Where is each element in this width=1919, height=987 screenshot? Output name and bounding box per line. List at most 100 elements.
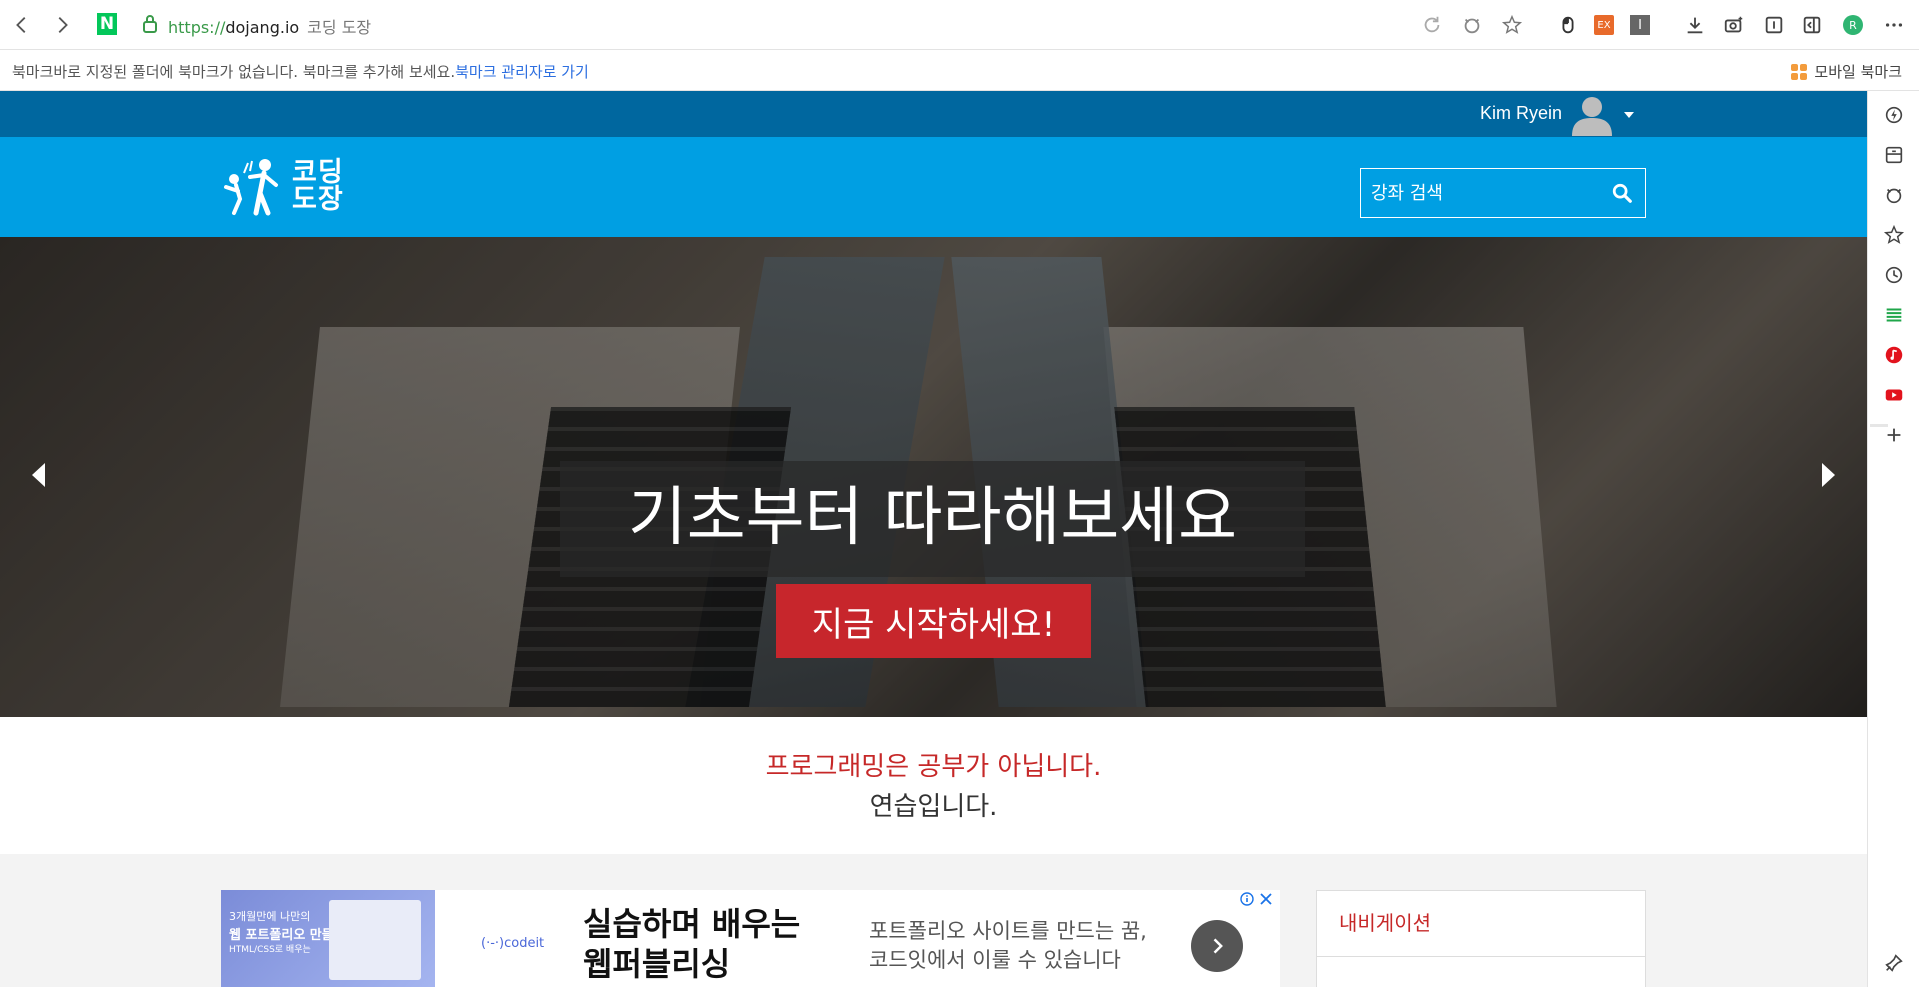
- ad-thumbnail: 3개월만에 나만의 웹 포트폴리오 만들기 HTML/CSS로 배우는: [221, 890, 435, 987]
- logo-text: 코딩 도장: [292, 159, 344, 213]
- capture-button[interactable]: [1720, 11, 1748, 39]
- logo-line-1: 코딩: [292, 157, 344, 188]
- ad-info-icon[interactable]: [1240, 892, 1254, 906]
- star-icon: [1883, 224, 1905, 244]
- wallet-icon: [1885, 146, 1903, 164]
- menu-button[interactable]: [1880, 11, 1908, 39]
- logo-line-2: 도장: [292, 184, 344, 215]
- url-domain: dojang.io: [225, 18, 300, 37]
- start-now-button[interactable]: 지금 시작하세요!: [776, 584, 1091, 658]
- reload-icon: [1424, 16, 1440, 33]
- back-button[interactable]: [8, 11, 36, 39]
- history-icon: [1885, 266, 1903, 284]
- carousel-prev-arrow[interactable]: [32, 463, 45, 487]
- forward-button[interactable]: [48, 11, 76, 39]
- course-search-input[interactable]: [1361, 182, 1599, 204]
- sidepanel-list-button[interactable]: [1882, 303, 1906, 327]
- bookmarks-empty-text: 북마크바로 지정된 폴더에 북마크가 없습니다. 북마크를 추가해 보세요.: [12, 63, 456, 81]
- profile-button[interactable]: R: [1839, 11, 1867, 39]
- bookmarks-empty-message: 북마크바로 지정된 폴더에 북마크가 없습니다. 북마크를 추가해 보세요.북마…: [12, 61, 589, 82]
- youtube-icon: [1885, 389, 1903, 401]
- carousel-next-arrow[interactable]: [1822, 463, 1835, 487]
- reader-mode-icon: [1765, 16, 1783, 34]
- downloads-button[interactable]: [1681, 11, 1709, 39]
- more-dots-icon: [1885, 23, 1903, 27]
- navigation-panel: 내비게이션: [1316, 890, 1646, 987]
- lock-icon: [143, 15, 157, 33]
- address-bar[interactable]: https://dojang.io 코딩 도장: [168, 14, 371, 38]
- site-header: 코딩 도장: [0, 137, 1867, 237]
- sidebar-toggle-icon: [1803, 16, 1821, 34]
- bookmark-star-button[interactable]: [1498, 11, 1526, 39]
- site-logo[interactable]: 코딩 도장: [220, 155, 344, 217]
- reload-button[interactable]: [1418, 11, 1446, 39]
- search-button[interactable]: [1599, 169, 1645, 217]
- plus-icon: [1887, 428, 1901, 442]
- extension-ex-button[interactable]: EX: [1590, 11, 1618, 39]
- user-menu-caret-icon[interactable]: [1624, 112, 1634, 118]
- music-icon: [1885, 346, 1903, 364]
- tagline-section: 프로그래밍은 공부가 아닙니다. 연습입니다.: [0, 717, 1867, 854]
- chevron-right-icon: [1213, 938, 1223, 954]
- shield-face-icon: [1886, 188, 1902, 204]
- user-avatar-icon[interactable]: [1570, 94, 1614, 136]
- bookmarks-bar: 북마크바로 지정된 폴더에 북마크가 없습니다. 북마크를 추가해 보세요.북마…: [0, 51, 1919, 91]
- download-icon: [1687, 17, 1703, 34]
- sidepanel-youtube-button[interactable]: [1882, 383, 1906, 407]
- ad-thumb-line-1: 3개월만에 나만의: [229, 910, 311, 923]
- ad-headline-line-1: 실습하며 배우는: [583, 905, 801, 943]
- sidepanel-add-button[interactable]: [1882, 423, 1906, 447]
- mouse-gesture-button[interactable]: [1554, 11, 1582, 39]
- ad-headline: 실습하며 배우는 웹퍼블리싱: [583, 904, 800, 984]
- content-area: 3개월만에 나만의 웹 포트폴리오 만들기 HTML/CSS로 배우는 (·-·…: [0, 854, 1867, 987]
- course-search: [1360, 168, 1646, 218]
- ad-close-icon[interactable]: [1259, 892, 1273, 906]
- ad-headline-line-2: 웹퍼블리싱: [583, 945, 731, 983]
- browser-toolbar: N https://dojang.io 코딩 도장 EX I R: [0, 0, 1919, 50]
- whale-shield-button[interactable]: [1458, 11, 1486, 39]
- sidepanel-shield-button[interactable]: [1882, 183, 1906, 207]
- search-icon: [1612, 183, 1632, 203]
- profile-avatar: R: [1843, 15, 1863, 35]
- ad-choices: [1240, 892, 1273, 906]
- mobile-bookmarks-button[interactable]: 모바일 북마크: [1791, 61, 1902, 82]
- hero-carousel: 기초부터 따라해보세요 지금 시작하세요!: [0, 237, 1867, 717]
- ad-brand-logo: (·-·)codeit: [481, 936, 545, 951]
- lightning-circle-icon: [1885, 106, 1903, 124]
- kick-figure-logo-icon: [224, 159, 278, 216]
- ad-thumb-line-3: HTML/CSS로 배우는: [229, 945, 311, 955]
- ex-extension-icon: EX: [1594, 15, 1614, 35]
- ad-banner[interactable]: 3개월만에 나만의 웹 포트폴리오 만들기 HTML/CSS로 배우는 (·-·…: [221, 890, 1280, 987]
- camera-icon: [1724, 16, 1743, 33]
- bookmark-manager-link[interactable]: 북마크 관리자로 가기: [455, 63, 589, 81]
- list-icon: [1886, 308, 1902, 322]
- ad-open-button[interactable]: [1191, 920, 1243, 972]
- apps-grid-icon: [1791, 63, 1808, 80]
- extension-reader-button[interactable]: I: [1626, 11, 1654, 39]
- reader-mode-button[interactable]: [1760, 11, 1788, 39]
- star-icon: [1501, 14, 1523, 34]
- url-page-title: 코딩 도장: [307, 18, 372, 37]
- tagline-secondary: 연습입니다.: [869, 792, 998, 822]
- pin-icon: [1885, 954, 1903, 972]
- sidepanel-speed-button[interactable]: [1882, 103, 1906, 127]
- ad-body-line-1: 포트폴리오 사이트를 만드는 꿈,: [869, 919, 1147, 943]
- ad-thumb-screenshot: [329, 900, 421, 980]
- browser-side-panel: [1867, 91, 1919, 987]
- sidepanel-music-button[interactable]: [1882, 343, 1906, 367]
- url-protocol: https://: [168, 18, 226, 37]
- hero-caption: 기초부터 따라해보세요: [627, 481, 1238, 555]
- mouse-icon: [1562, 16, 1574, 34]
- user-name[interactable]: Kim Ryein: [1480, 103, 1562, 124]
- chevron-left-icon: [16, 17, 26, 33]
- sidepanel-history-button[interactable]: [1882, 263, 1906, 287]
- navigation-title: 내비게이션: [1317, 891, 1645, 957]
- sidebar-toggle-button[interactable]: [1798, 11, 1826, 39]
- sidepanel-bookmarks-button[interactable]: [1882, 223, 1906, 247]
- user-bar: Kim Ryein: [0, 91, 1867, 137]
- sidepanel-pin-button[interactable]: [1882, 951, 1906, 975]
- tagline-primary: 프로그래밍은 공부가 아닙니다.: [765, 752, 1102, 782]
- sidepanel-wallet-button[interactable]: [1882, 143, 1906, 167]
- ad-body-line-2: 코드잇에서 이룰 수 있습니다: [869, 948, 1121, 972]
- naver-home-button[interactable]: N: [97, 13, 117, 35]
